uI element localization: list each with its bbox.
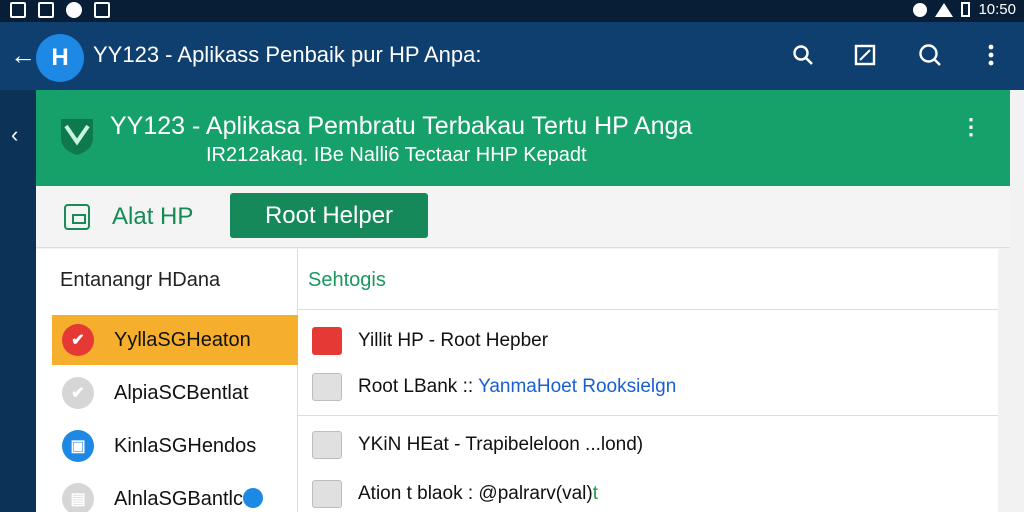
list-item-label: AlnlaSGBantlc [114,488,243,510]
list-item-text: YKiN HEat - Trapibeleloon ...lond) [358,434,644,455]
status-badge: t [592,483,598,504]
app-logo: H [36,34,84,82]
list-item-label: AlpiaSCBentlat [114,382,249,404]
battery-icon [961,2,971,17]
notification-icon [10,2,26,18]
app-bar: ← H YY123 - Aplikass Penbaik pur HP Anpa… [0,22,1024,90]
left-list: Entanangr HDana ✔ YyllaSGHeaton ✔ AlpiaS… [36,249,298,512]
alarm-icon [913,2,928,17]
list-item[interactable]: ▣ KinlaSGHendos [52,421,298,471]
search-icon-secondary[interactable] [917,42,943,68]
divider [298,309,998,310]
banner-more-icon[interactable]: ⋮ [960,114,982,140]
app-notification-icon [66,2,82,18]
check-icon: ✔ [62,377,94,409]
side-strip: ‹ [0,90,36,512]
list-item-label: YyllaSGHeaton [114,329,251,351]
image-icon [94,2,110,18]
banner-subtitle: IR212akaq. IBe Nalli6 Tectaar HHP Kepadt [206,144,587,166]
list-item[interactable]: ✔ AlpiaSCBentlat [52,368,298,418]
overflow-menu-icon[interactable] [978,42,1004,68]
list-item-text: Ation t blaok : @palrarv(val)t [358,483,598,505]
message-icon [38,2,54,18]
list-item-link[interactable]: YanmaHoet Rooksielgn [478,376,676,397]
toolbar: Alat HP Root Helper [36,186,1010,248]
header-banner: YY123 - Aplikasa Pembratu Terbakau Tertu… [36,90,1010,186]
list-item-text: Yillit HP - Root Hepber [358,330,549,351]
list-item-text: Root LBank :: YanmaHoet Rooksielgn [358,376,676,398]
app-logo-text: H [51,44,69,71]
content-panel: YY123 - Aplikasa Pembratu Terbakau Tertu… [36,90,1024,512]
document-icon [312,373,342,401]
right-list: Sehtogis Yillit HP - Root Hepber Root LB… [298,249,998,512]
root-helper-button[interactable]: Root Helper [230,193,428,238]
back-arrow-icon[interactable]: ← [10,40,36,70]
document-icon: ▤ [62,483,94,512]
status-notifications [10,2,110,18]
toolbox-icon [64,204,90,230]
notification-badge [243,488,263,508]
root-app-icon [312,327,342,355]
banner-title: YY123 - Aplikasa Pembratu Terbakau Tertu… [110,112,693,140]
list-item-text-main: Ation t blaok : @palrarv(val) [358,483,593,504]
check-icon: ✔ [62,324,94,356]
list-item[interactable]: ✔ YyllaSGHeaton [52,315,298,365]
list-item[interactable]: YKiN HEat - Trapibeleloon ...lond) [298,419,998,471]
status-bar: 10:50 [0,0,1024,22]
image-edit-icon[interactable] [852,42,878,68]
wifi-icon [935,2,954,17]
divider [298,415,998,416]
status-indicators: 10:50 [913,1,1016,18]
shield-check-icon [61,119,93,155]
search-icon[interactable] [790,42,816,68]
list-item-text-main: Root LBank :: [358,376,479,397]
keyboard-icon [312,431,342,459]
list-item[interactable]: Root LBank :: YanmaHoet Rooksielgn [298,361,998,413]
document-icon [312,480,342,508]
app-title: YY123 - Aplikass Penbaik pur HP Anpa: [93,42,482,67]
window-icon: ▣ [62,430,94,462]
list-item-label: KinlaSGHendos [114,435,257,457]
chevron-left-icon[interactable]: ‹ [11,122,18,148]
left-list-header: Entanangr HDana [60,269,221,291]
status-time: 10:50 [978,1,1016,18]
list-item[interactable]: Ation t blaok : @palrarv(val)t [298,468,998,512]
right-list-header: Sehtogis [308,269,386,291]
tool-label[interactable]: Alat HP [112,203,193,231]
list-item[interactable]: Yillit HP - Root Hepber [298,315,998,367]
